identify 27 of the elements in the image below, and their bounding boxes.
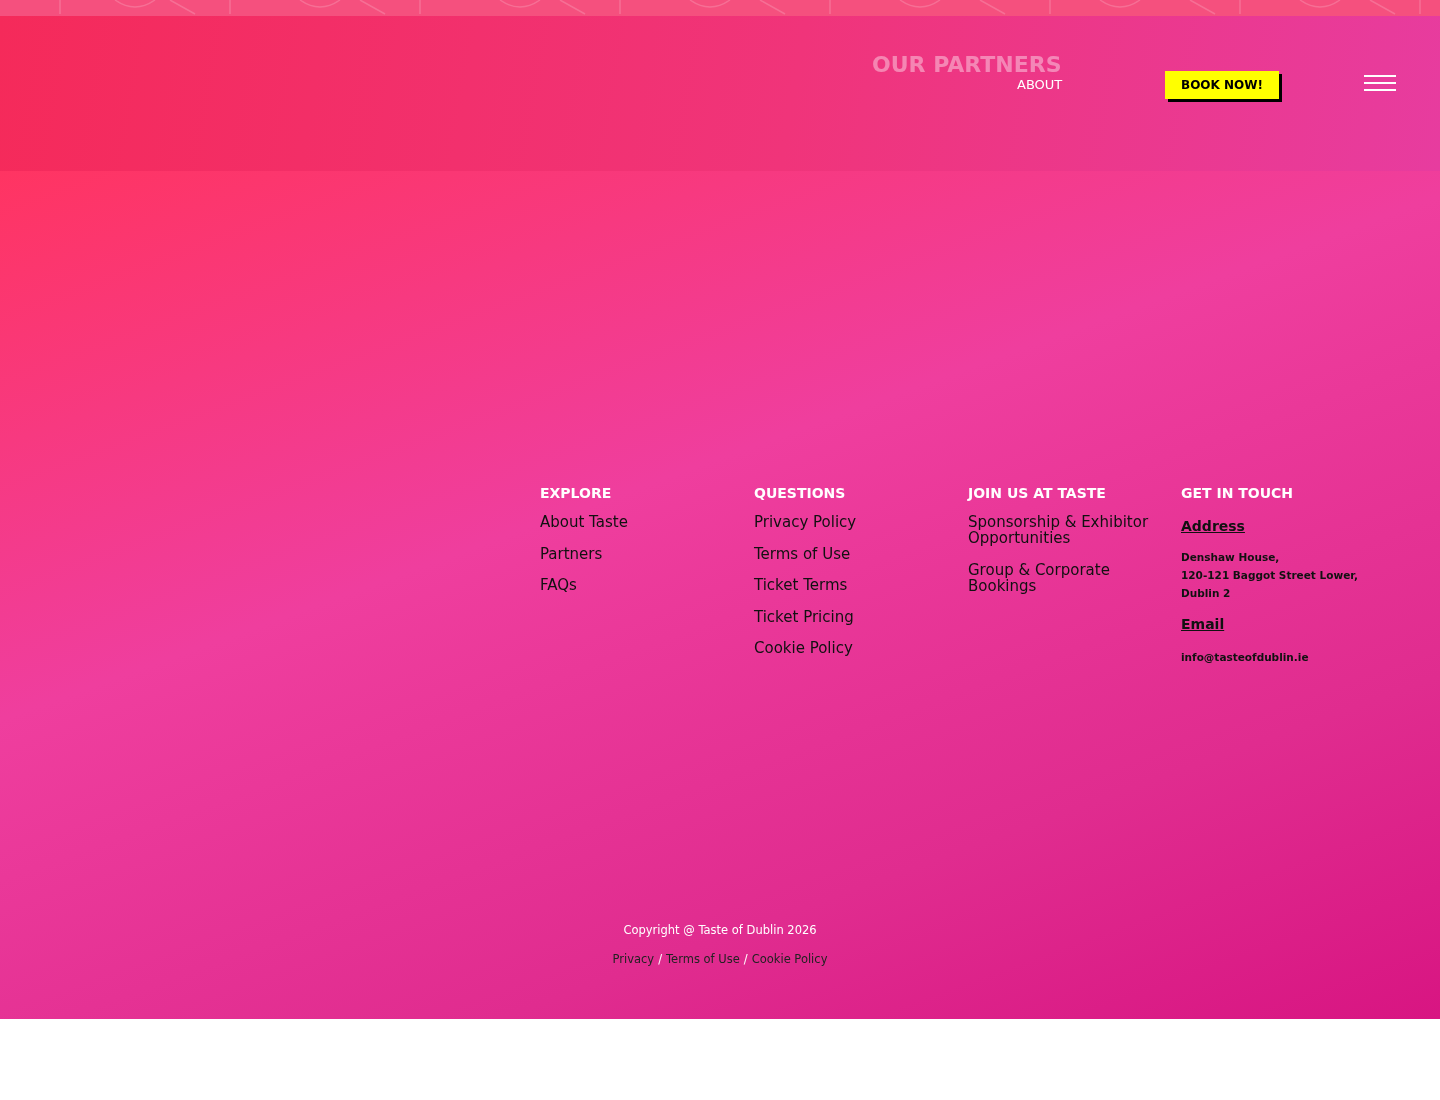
contact-label: Address: [1181, 518, 1245, 534]
column-heading: GET IN TOUCH: [1181, 485, 1294, 501]
footer-link[interactable]: Partners: [540, 545, 603, 562]
footer-link[interactable]: Terms of Use: [754, 545, 851, 562]
column-heading: EXPLORE: [540, 485, 612, 501]
contact-label: Email: [1181, 616, 1225, 632]
copyright-text: Copyright @ Taste of Dublin 2026: [622, 923, 818, 937]
legal-link[interactable]: Privacy: [612, 952, 655, 966]
legal-link[interactable]: Terms of Use: [666, 952, 740, 966]
footer-link[interactable]: About Taste: [540, 514, 628, 530]
nav-link[interactable]: ABOUT: [1017, 77, 1063, 92]
column-heading: JOIN US AT TASTE: [968, 485, 1106, 501]
separator-text: /: [658, 952, 663, 966]
email-link[interactable]: info@tasteofdublin.ie: [1181, 648, 1309, 666]
footer-link[interactable]: Privacy Policy: [754, 514, 857, 530]
footer-link[interactable]: Sponsorship & Exhibitor Opportunities: [968, 514, 1173, 546]
book-button[interactable]: BOOK NOW!: [1165, 71, 1279, 99]
address-text: Denshaw House, 120-121 Baggot Street Lower, Dublin 2: [1181, 550, 1358, 601]
footer-link[interactable]: Cookie Policy: [754, 640, 853, 656]
footer-link[interactable]: Ticket Pricing: [754, 608, 854, 625]
legal-link[interactable]: Cookie Policy: [751, 952, 828, 966]
menu-icon[interactable]: [1364, 75, 1396, 93]
separator-text: /: [743, 952, 748, 966]
footer-link[interactable]: FAQs: [540, 577, 577, 593]
footer-link[interactable]: Ticket Terms: [754, 577, 848, 593]
footer-link[interactable]: Group & Corporate Bookings: [968, 561, 1173, 594]
column-heading: QUESTIONS: [754, 485, 846, 501]
